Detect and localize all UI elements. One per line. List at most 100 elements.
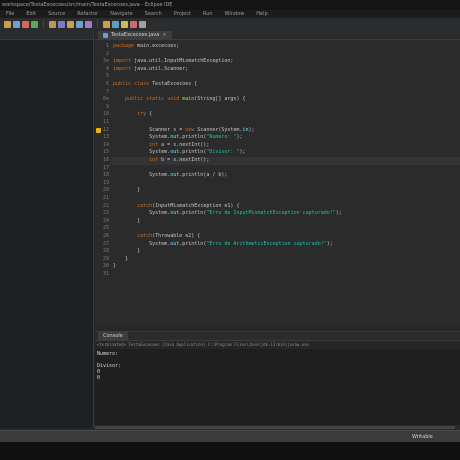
toolbar-button-icon[interactable] <box>85 20 92 28</box>
window-title: workspace/TestaExcecoes/src/main/TestaEx… <box>0 0 460 10</box>
console-tab-bar: Console <box>95 331 460 341</box>
line-number: 24 <box>102 217 109 224</box>
code-line[interactable]: } <box>113 187 140 195</box>
editor-tab-label: TestaExcecoes.java <box>111 32 160 38</box>
menu-refactor[interactable]: Refactor <box>77 10 98 18</box>
toolbar-button-icon[interactable] <box>112 20 119 28</box>
toolbar-separator <box>97 20 98 28</box>
line-number: 29 <box>102 255 109 262</box>
console-tab[interactable]: Console <box>98 332 128 341</box>
menu-bar: File Edit Source Refactor Navigate Search Proj… <box>0 10 460 18</box>
menu-search[interactable]: Search <box>145 10 162 18</box>
code-line[interactable]: catch(Throwable e2) { <box>113 233 200 241</box>
line-number: 6 <box>105 81 109 87</box>
toolbar-button-icon[interactable] <box>139 20 146 28</box>
code-line[interactable]: int a = s.nextInt(); <box>113 142 209 150</box>
package-explorer-header <box>0 30 93 40</box>
close-icon[interactable]: × <box>162 31 166 40</box>
console-line: 0 <box>97 375 101 381</box>
menu-run[interactable]: Run <box>203 10 213 18</box>
menu-help[interactable]: Help <box>256 10 267 18</box>
code-line[interactable]: public static void main(String[] args) { <box>113 96 245 104</box>
console-process-path: <terminated> TestaExcecoes [Java Applica… <box>95 341 460 349</box>
console-line: Divisor: <box>97 363 122 369</box>
code-line[interactable]: import java.util.Scanner; <box>113 66 188 74</box>
line-number: 21 <box>102 195 109 201</box>
line-number: 16 <box>102 157 109 163</box>
menu-edit[interactable]: Edit <box>26 10 36 18</box>
toolbar-button-icon[interactable] <box>121 20 128 28</box>
toolbar-button-icon[interactable] <box>58 20 65 28</box>
taskbar <box>0 442 460 460</box>
line-number: 23 <box>102 210 109 217</box>
toolbar-button-icon[interactable] <box>31 20 38 28</box>
line-number: 8⊖ <box>102 96 109 103</box>
toolbar-button-icon[interactable] <box>4 20 11 28</box>
code-line[interactable]: Scanner s = new Scanner(System.in); <box>113 127 254 135</box>
code-line[interactable]: System.out.println("Erro de ArithmeticEx… <box>113 241 333 249</box>
line-number: 31 <box>102 271 109 277</box>
main-toolbar <box>0 18 460 30</box>
code-line[interactable]: System.out.println("Erro de InputMismatc… <box>113 210 342 218</box>
line-number: 7 <box>105 88 109 95</box>
line-number: 22 <box>102 202 109 209</box>
warning-icon[interactable] <box>96 127 101 133</box>
editor-tab-testaexcecoes[interactable]: TestaExcecoes.java × <box>98 31 172 40</box>
code-line[interactable]: package main.excecoes; <box>113 43 179 51</box>
code-line[interactable]: System.out.println("Divisor: "); <box>113 149 245 157</box>
code-editor[interactable]: 1 2 3⊖ 4 5 6 7 8⊖ 9 10 11 12 13 14 15 16 17 18 19 20 21 22 23 2… <box>95 40 460 326</box>
code-line[interactable]: import java.util.InputMismatchException; <box>113 58 233 66</box>
toolbar-separator <box>43 20 44 28</box>
toolbar-button-icon[interactable] <box>76 20 83 28</box>
line-number: 27 <box>102 240 109 247</box>
code-line[interactable]: int b = s.nextInt(); <box>113 157 209 165</box>
toolbar-button-icon[interactable] <box>49 20 56 28</box>
toolbar-button-icon[interactable] <box>22 20 29 28</box>
menu-window[interactable]: Window <box>225 10 245 18</box>
console-line: Numero: <box>97 351 119 357</box>
code-line[interactable]: System.out.println(a / b); <box>113 172 227 180</box>
code-line[interactable]: public class TestaExcecoes { <box>113 81 197 89</box>
line-number: 3⊖ <box>102 58 109 65</box>
line-number-gutter: 1 2 3⊖ 4 5 6 7 8⊖ 9 10 11 12 13 14 15 16 17 18 19 20 21 22 23 2… <box>95 40 111 326</box>
menu-file[interactable]: File <box>6 10 14 18</box>
code-line[interactable]: } <box>113 248 140 256</box>
line-number: 13 <box>102 134 109 141</box>
toolbar-button-icon[interactable] <box>13 20 20 28</box>
toolbar-button-icon[interactable] <box>103 20 110 28</box>
line-number: 10 <box>102 111 109 118</box>
toolbar-button-icon[interactable] <box>67 20 74 28</box>
line-number: 25 <box>102 225 109 232</box>
code-line[interactable]: } <box>113 256 128 264</box>
line-number: 4 <box>105 65 109 72</box>
line-number: 19 <box>102 179 109 186</box>
line-number: 30 <box>102 263 109 270</box>
line-number: 20 <box>102 187 109 194</box>
editor-tab-bar: TestaExcecoes.java × <box>95 30 460 40</box>
code-line[interactable]: } <box>113 263 116 271</box>
scrollbar-thumb[interactable] <box>95 426 455 429</box>
menu-navigate[interactable]: Navigate <box>110 10 132 18</box>
line-number: 26 <box>102 233 109 239</box>
line-number: 17 <box>102 164 109 171</box>
menu-source[interactable]: Source <box>48 10 65 18</box>
code-line[interactable]: } <box>113 218 140 226</box>
package-explorer <box>0 30 94 428</box>
line-number: 1 <box>105 43 109 49</box>
line-number: 9 <box>105 103 109 110</box>
line-number: 18 <box>102 172 109 179</box>
menu-project[interactable]: Project <box>174 10 191 18</box>
java-file-icon <box>103 33 108 38</box>
line-number: 2 <box>105 50 109 57</box>
line-number: 11 <box>102 119 109 125</box>
code-line[interactable]: try { <box>113 111 152 119</box>
code-line[interactable]: catch(InputMismatchException e1) { <box>113 203 239 211</box>
status-bar: Writable <box>0 430 460 442</box>
console-output[interactable]: Numero: Divisor: 0 0 <box>95 349 460 425</box>
line-number: 15 <box>102 149 109 156</box>
eclipse-window: workspace/TestaExcecoes/src/main/TestaEx… <box>0 0 460 460</box>
line-number: 28 <box>102 248 109 255</box>
toolbar-button-icon[interactable] <box>130 20 137 28</box>
line-number: 14 <box>102 141 109 148</box>
code-line[interactable]: System.out.println("Numero: "); <box>113 134 242 142</box>
